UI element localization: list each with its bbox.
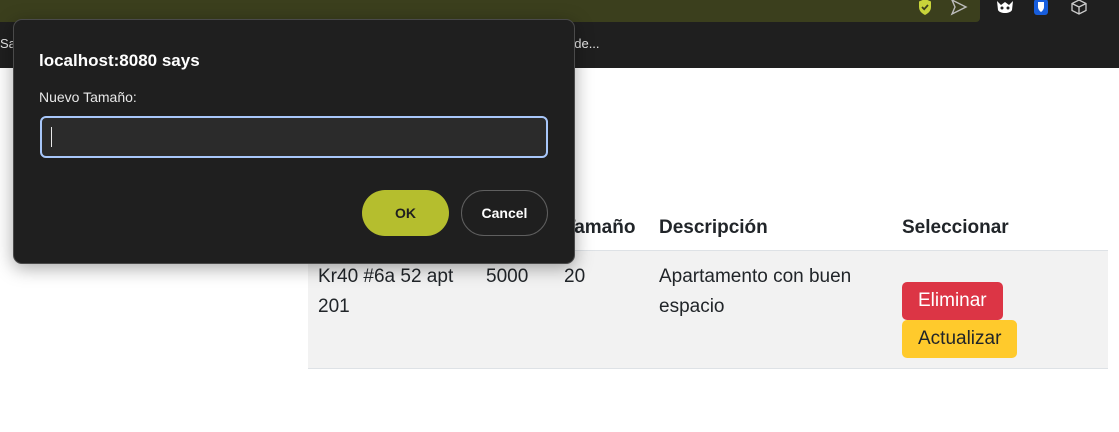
ok-button[interactable]: OK: [362, 190, 449, 236]
description-cell: Apartamento con buen espacio: [649, 250, 892, 369]
column-header: Descripción: [649, 206, 892, 251]
bitwarden-icon[interactable]: [1033, 0, 1049, 18]
actions-cell: Eliminar Actualizar: [892, 250, 1108, 369]
prompt-dialog: localhost:8080 says Nuevo Tamaño: OK Can…: [13, 19, 575, 264]
table-row: Kr40 #6a 52 apt 201 5000 20 Apartamento …: [308, 250, 1108, 369]
dialog-title: localhost:8080 says: [39, 51, 200, 70]
column-header: Seleccionar: [892, 206, 1108, 251]
size-input[interactable]: [40, 116, 548, 158]
extension-mask-icon[interactable]: [995, 0, 1015, 18]
text-caret: [51, 127, 52, 147]
cube-icon[interactable]: [1070, 0, 1088, 18]
update-button[interactable]: Actualizar: [902, 320, 1018, 358]
price-cell: 5000: [476, 250, 554, 369]
shield-check-icon[interactable]: [917, 0, 933, 18]
send-icon[interactable]: [950, 0, 968, 18]
address-cell: Kr40 #6a 52 apt 201: [308, 250, 476, 369]
dialog-message: Nuevo Tamaño:: [39, 89, 137, 105]
size-cell: 20: [554, 250, 649, 369]
delete-button[interactable]: Eliminar: [902, 282, 1003, 320]
cancel-button[interactable]: Cancel: [461, 190, 548, 236]
